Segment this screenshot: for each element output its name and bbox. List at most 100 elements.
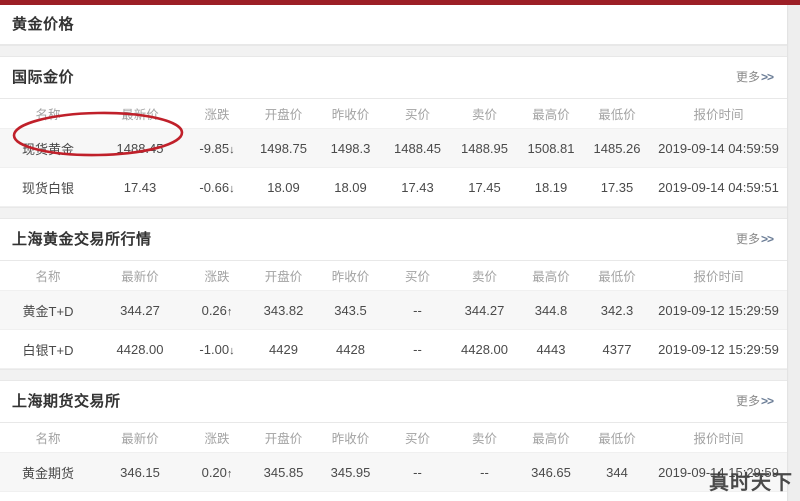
cell-low: 4377 <box>584 329 650 369</box>
cell-value: 4443 <box>536 341 566 357</box>
cell-value: 1488.45 <box>116 140 164 156</box>
cell-value: 1498.75 <box>260 140 307 156</box>
column-header: 买价 <box>384 99 451 129</box>
column-header: 买价 <box>384 261 451 291</box>
column-header: 昨收价 <box>317 99 384 129</box>
cell-value: 344 <box>606 464 628 480</box>
cell-prev_close: 1498.3 <box>317 128 384 168</box>
cell-prev_close: 345.95 <box>317 452 384 492</box>
cell-value: 0.26 <box>201 302 227 318</box>
column-header: 名称 <box>0 261 96 291</box>
column-header: 最低价 <box>584 423 650 453</box>
arrow-down-icon: ↓ <box>229 182 235 195</box>
cell-value: 18.09 <box>267 179 300 195</box>
arrow-down-icon: ↓ <box>229 143 235 156</box>
cell-time: 2019-09-14 04:59:51 <box>650 167 787 207</box>
cell-value: -9.85 <box>199 140 230 156</box>
cell-value: -1.00 <box>199 341 230 357</box>
section-spacer <box>0 369 787 381</box>
column-header: 最低价 <box>584 261 650 291</box>
column-header: 开盘价 <box>250 423 317 453</box>
column-header: 卖价 <box>451 99 518 129</box>
cell-value: 4428.00 <box>116 341 164 357</box>
table-row[interactable]: 现货黄金 1488.45 -9.85↓ 1498.75 1498.3 1488.45 148… <box>0 128 787 168</box>
cell-change: 0.26↑ <box>184 290 250 330</box>
cell-change: -1.00↓ <box>184 329 250 369</box>
cell-value: 0.20 <box>201 464 227 480</box>
cell-change: 0.20↑ <box>184 452 250 492</box>
arrow-down-icon: ↓ <box>229 344 235 357</box>
chevron-double-right-icon: >> <box>760 70 774 84</box>
quote-table-international-gold: 名称 最新价 涨跌 开盘价 昨收价 买价 卖价 最高价 最低价 报价时间现货黄金 1488.45 -9… <box>0 99 787 207</box>
cell-value: 343.5 <box>334 302 367 318</box>
cell-buy: -- <box>384 452 451 492</box>
cell-value: 17.45 <box>468 179 501 195</box>
column-header: 最高价 <box>518 99 584 129</box>
table-row[interactable]: 现货白银 17.43 -0.66↓ 18.09 18.09 17.43 17.45 18.19… <box>0 167 787 207</box>
cell-value: 白银T+D <box>22 342 74 358</box>
cell-value: 345.85 <box>263 464 304 480</box>
cell-sell: 1488.95 <box>451 128 518 168</box>
table-header-row: 名称 最新价 涨跌 开盘价 昨收价 买价 卖价 最高价 最低价 报价时间 <box>0 99 787 129</box>
table-row[interactable]: 黄金T+D 344.27 0.26↑ 343.82 343.5 -- 344.27 344.8… <box>0 290 787 330</box>
cell-open: 4429 <box>250 329 317 369</box>
column-header: 买价 <box>384 423 451 453</box>
watermark: 真时天下 <box>709 470 793 494</box>
cell-value: 2019-09-14 04:59:59 <box>658 140 779 156</box>
column-header: 名称 <box>0 423 96 453</box>
cell-value: 4428.00 <box>461 341 508 357</box>
column-header: 名称 <box>0 99 96 129</box>
column-header: 最新价 <box>96 261 184 291</box>
column-header: 昨收价 <box>317 423 384 453</box>
cell-open: 345.85 <box>250 452 317 492</box>
cell-sell: -- <box>451 452 518 492</box>
column-header: 开盘价 <box>250 261 317 291</box>
section-spacer <box>0 45 787 57</box>
column-header: 卖价 <box>451 423 518 453</box>
cell-prev_close: 343.5 <box>317 290 384 330</box>
cell-value: 346.15 <box>120 464 160 480</box>
more-link-shanghai-futures-exchange[interactable]: 更多>> <box>736 381 774 422</box>
cell-high: 18.19 <box>518 167 584 207</box>
chevron-double-right-icon: >> <box>760 232 774 246</box>
column-header: 涨跌 <box>184 99 250 129</box>
more-link-international-gold[interactable]: 更多>> <box>736 57 774 98</box>
cell-last: 344.27 <box>96 290 184 330</box>
cell-high: 344.8 <box>518 290 584 330</box>
column-header: 涨跌 <box>184 261 250 291</box>
section-title: 上海黄金交易所行情 <box>12 231 152 248</box>
cell-low: 344 <box>584 452 650 492</box>
more-label: 更多 <box>735 232 760 246</box>
column-header: 报价时间 <box>650 99 787 129</box>
arrow-up-icon: ↑ <box>226 305 233 318</box>
column-header: 昨收价 <box>317 261 384 291</box>
arrow-up-icon: ↑ <box>226 467 233 480</box>
column-header: 最高价 <box>518 423 584 453</box>
section-header-shanghai-futures-exchange: 上海期货交易所 更多>> <box>0 381 787 423</box>
section-spacer <box>0 207 787 219</box>
cell-low: 342.3 <box>584 290 650 330</box>
cell-value: 1498.3 <box>330 140 371 156</box>
cell-value: 2019-09-12 15:29:59 <box>658 341 779 357</box>
cell-value: 现货黄金 <box>21 141 74 157</box>
page-root: 黄金价格 国际金价 更多>> 名称 最新价 涨跌 开盘价 昨收价 买价 卖价 最高价 最低价 报价时间… <box>0 0 800 501</box>
section-title: 上海期货交易所 <box>12 393 121 410</box>
table-row[interactable]: 黄金期货 346.15 0.20↑ 345.85 345.95 -- -- 346.65 344… <box>0 452 787 492</box>
cell-time: 2019-09-14 04:59:59 <box>650 128 787 168</box>
cell-value: -- <box>413 341 422 357</box>
cell-value: 1488.45 <box>394 140 441 156</box>
page-title: 黄金价格 <box>0 5 787 45</box>
chevron-double-right-icon: >> <box>760 394 774 408</box>
cell-value: 4428 <box>336 341 365 357</box>
section-header-shanghai-gold-exchange: 上海黄金交易所行情 更多>> <box>0 219 787 261</box>
cell-buy: -- <box>384 290 451 330</box>
cell-value: 18.19 <box>534 179 568 195</box>
cell-value: 1488.95 <box>461 140 508 156</box>
cell-sell: 344.27 <box>451 290 518 330</box>
more-link-shanghai-gold-exchange[interactable]: 更多>> <box>735 219 774 260</box>
cell-last: 346.15 <box>96 452 184 492</box>
cell-last: 17.43 <box>96 167 184 207</box>
column-header: 报价时间 <box>650 423 787 453</box>
table-row[interactable]: 白银T+D 4428.00 -1.00↓ 4429 4428 -- 4428.00 4443 4… <box>0 329 787 369</box>
cell-last: 1488.45 <box>96 128 184 168</box>
